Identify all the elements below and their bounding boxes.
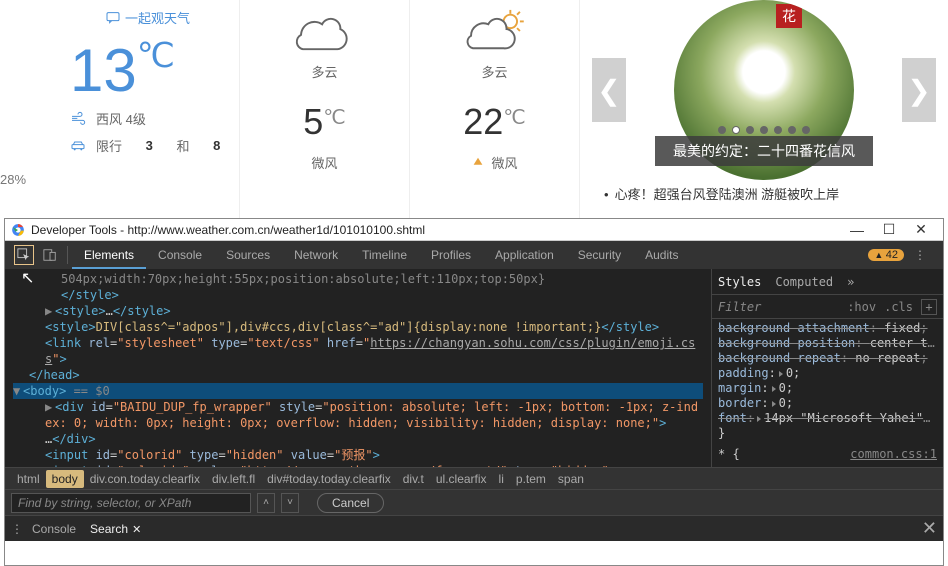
crumb-item[interactable]: div.left.fl: [206, 470, 261, 488]
slide-badge: 花: [776, 4, 802, 28]
carousel-prev-button[interactable]: ❮: [592, 58, 626, 122]
drawer-close-button[interactable]: ✕: [922, 518, 937, 539]
devtools-window: Developer Tools - http://www.weather.com…: [4, 218, 944, 566]
hov-toggle[interactable]: :hov: [843, 300, 880, 314]
current-temp: 13℃: [70, 39, 239, 101]
dom-node[interactable]: <input id="colorid" type="hidden" value=…: [13, 447, 703, 463]
drawer-tab-console[interactable]: Console: [32, 522, 76, 536]
new-rule-button[interactable]: +: [921, 299, 937, 315]
dom-node[interactable]: <style>DIV[class^="adpos"],div#ccs,div[c…: [13, 319, 703, 335]
cloud-sun-icon: [460, 8, 530, 54]
elements-tree[interactable]: 504px;width:70px;height:55px;position:ab…: [5, 269, 711, 467]
css-fragment: 504px;width:70px;height:55px;position:ab…: [13, 271, 703, 287]
tab-profiles[interactable]: Profiles: [419, 241, 483, 269]
warnings-badge[interactable]: 42: [868, 249, 904, 261]
carousel-next-button[interactable]: ❯: [902, 58, 936, 122]
find-input[interactable]: Find by string, selector, or XPath: [11, 493, 251, 513]
dom-node[interactable]: ▶<style>…</style>: [13, 303, 703, 319]
dom-node[interactable]: …</div>: [13, 431, 703, 447]
close-tab-icon[interactable]: ✕: [132, 524, 141, 536]
forecast-low: 多云 5℃ 微风: [240, 0, 410, 218]
devtools-menu-button[interactable]: ⋮: [904, 248, 937, 262]
condition-text: 多云: [410, 62, 579, 81]
breadcrumb[interactable]: html body div.con.today.clearfix div.lef…: [5, 467, 943, 489]
maximize-button[interactable]: ☐: [873, 221, 905, 238]
inspect-element-button[interactable]: [11, 242, 37, 268]
car-icon: [70, 138, 86, 154]
condition-text: 多云: [240, 62, 409, 81]
chrome-icon: [11, 223, 25, 237]
dom-node[interactable]: <link rel="stylesheet" type="text/css" h…: [13, 335, 703, 367]
filter-row: Filter :hov .cls +: [712, 295, 943, 319]
find-next-button[interactable]: ˅: [281, 493, 299, 513]
forecast-temp: 22℃: [410, 101, 579, 143]
chat-icon: [105, 10, 121, 26]
inspect-icon: [17, 248, 31, 262]
cloud-icon: [290, 8, 360, 54]
dom-node[interactable]: ▶<div id="BAIDU_DUP_fp_wrapper" style="p…: [13, 399, 703, 431]
devtools-tabbar: Elements Console Sources Network Timelin…: [5, 241, 943, 269]
find-cancel-button[interactable]: Cancel: [317, 493, 384, 513]
tab-sources[interactable]: Sources: [214, 241, 282, 269]
carousel-slide[interactable]: 花 最美的约定：二十四番花信风: [636, 0, 892, 180]
window-title: Developer Tools - http://www.weather.com…: [31, 223, 425, 237]
crumb-item[interactable]: ul.clearfix: [430, 470, 493, 488]
current-weather: 一起观天气 13℃ 28% 西风 4级 限行 3 和 8: [0, 0, 240, 218]
sidebar-tabs: Styles Computed »: [712, 269, 943, 295]
crumb-item[interactable]: li: [493, 470, 510, 488]
minimize-button[interactable]: —: [841, 222, 873, 238]
dom-node[interactable]: </head>: [13, 367, 703, 383]
forecast-high: 多云 22℃ 微风: [410, 0, 580, 218]
humidity: 28%: [0, 172, 26, 187]
drawer: ⋮ Console Search✕ ✕: [5, 515, 943, 541]
wind-text: 微风: [240, 153, 409, 172]
devtools-main: 504px;width:70px;height:55px;position:ab…: [5, 269, 943, 467]
weather-panel: 一起观天气 13℃ 28% 西风 4级 限行 3 和 8 多云 5℃ 微风 多云…: [0, 0, 948, 218]
source-link[interactable]: common.css:1: [850, 447, 937, 462]
dom-node[interactable]: <input id="colorids" value="http://www.w…: [13, 463, 703, 467]
tab-computed[interactable]: Computed: [775, 275, 833, 289]
styles-filter-input[interactable]: Filter: [718, 300, 843, 314]
drawer-tab-search[interactable]: Search✕: [90, 522, 141, 536]
tab-console[interactable]: Console: [146, 241, 214, 269]
styles-sidebar: Styles Computed » Filter :hov .cls + bac…: [711, 269, 943, 467]
cls-toggle[interactable]: .cls: [880, 300, 917, 314]
discuss-link[interactable]: 一起观天气: [70, 8, 239, 27]
dom-node-selected[interactable]: ▼<body> == $0: [13, 383, 703, 399]
more-tabs-button[interactable]: »: [847, 275, 854, 289]
tab-audits[interactable]: Audits: [633, 241, 690, 269]
crumb-item[interactable]: div.con.today.clearfix: [84, 470, 206, 488]
forecast-temp: 5℃: [240, 101, 409, 143]
tab-styles[interactable]: Styles: [718, 275, 761, 289]
styles-list[interactable]: background-attachment: fixed; background…: [712, 319, 943, 467]
carousel-dots[interactable]: [718, 126, 810, 134]
wind-row: 西风 4级: [70, 109, 239, 128]
find-prev-button[interactable]: ˄: [257, 493, 275, 513]
crumb-item[interactable]: body: [46, 470, 84, 488]
device-icon: [43, 248, 57, 262]
tab-elements[interactable]: Elements: [72, 241, 146, 269]
crumb-item[interactable]: div.t: [397, 470, 430, 488]
wind-text: 微风: [410, 153, 579, 172]
tab-security[interactable]: Security: [566, 241, 633, 269]
news-link[interactable]: 心疼！超强台风登陆澳洲 游艇被吹上岸: [592, 184, 936, 203]
crumb-item[interactable]: div#today.today.clearfix: [261, 470, 397, 488]
wind-icon: [70, 111, 86, 127]
tab-timeline[interactable]: Timeline: [350, 241, 419, 269]
close-button[interactable]: ✕: [905, 221, 937, 238]
device-toggle-button[interactable]: [37, 242, 63, 268]
crumb-item[interactable]: p.tem: [510, 470, 552, 488]
tab-network[interactable]: Network: [282, 241, 350, 269]
window-titlebar[interactable]: Developer Tools - http://www.weather.com…: [5, 219, 943, 241]
tab-application[interactable]: Application: [483, 241, 566, 269]
dom-node[interactable]: </style>: [13, 287, 703, 303]
arrow-up-icon: [471, 156, 485, 170]
find-bar: Find by string, selector, or XPath ˄ ˅ C…: [5, 489, 943, 515]
crumb-item[interactable]: html: [11, 470, 46, 488]
limit-row: 限行 3 和 8: [70, 136, 239, 155]
slide-caption: 最美的约定：二十四番花信风: [655, 136, 873, 166]
crumb-item[interactable]: span: [552, 470, 590, 488]
carousel: ❮ 花 最美的约定：二十四番花信风 ❯ 心疼！超强台风登陆澳洲 游艇被吹上岸: [580, 0, 948, 218]
drawer-menu-button[interactable]: ⋮: [11, 522, 32, 536]
